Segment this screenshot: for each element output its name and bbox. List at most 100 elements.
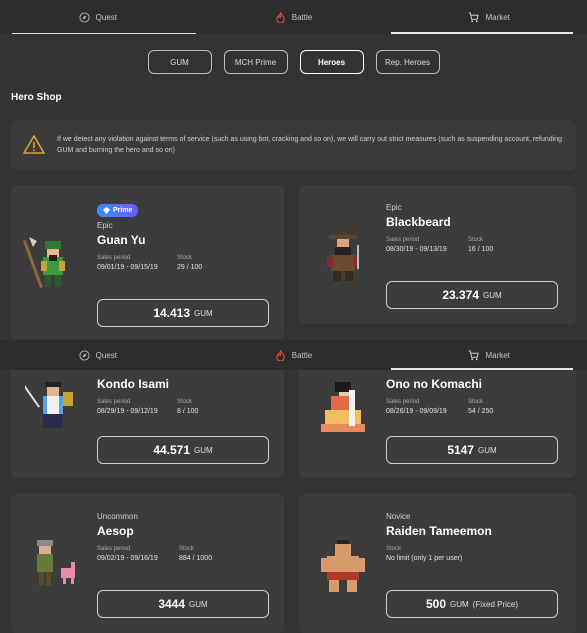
stock: Stock 54 / 250 bbox=[468, 399, 493, 415]
sticky-nav: Quest Battle Market bbox=[0, 340, 587, 370]
tab-quest[interactable]: Quest bbox=[0, 0, 196, 34]
prime-badge: Prime bbox=[97, 204, 139, 217]
stock: Stock No limit (only 1 per user) bbox=[386, 546, 462, 562]
stock-label: Stock bbox=[179, 546, 195, 552]
tab-battle-label: Battle bbox=[291, 350, 313, 360]
diamond-icon bbox=[103, 207, 110, 214]
hero-card[interactable]: Uncommon Aesop Sales period 09/02/19 - 0… bbox=[11, 494, 284, 633]
filter-mch-prime[interactable]: MCH Prime bbox=[223, 50, 288, 74]
sales-period-label: Sales period bbox=[97, 399, 131, 405]
buy-button[interactable]: 500 GUM (Fixed Price) bbox=[386, 590, 558, 618]
tab-market-label: Market bbox=[485, 12, 510, 22]
stock-value: 54 / 250 bbox=[468, 408, 494, 415]
sales-period-label: Sales period bbox=[97, 255, 131, 261]
stock-value: No limit (only 1 per user) bbox=[386, 555, 463, 562]
price-value: 23.374 bbox=[442, 288, 480, 302]
hero-sprite-blackbeard bbox=[327, 231, 359, 281]
price-currency: GUM bbox=[194, 308, 213, 318]
filter-gum[interactable]: GUM bbox=[147, 50, 212, 74]
sales-period-value: 08/26/19 - 09/09/19 bbox=[386, 408, 447, 415]
sales-period: Sales period 08/26/19 - 09/09/19 bbox=[386, 399, 468, 415]
tab-battle[interactable]: Battle bbox=[196, 340, 392, 370]
hero-sprite-aesop bbox=[37, 540, 75, 586]
stock: Stock 8 / 100 bbox=[177, 399, 198, 415]
filter-heroes[interactable]: Heroes bbox=[299, 50, 364, 74]
sales-period-label: Sales period bbox=[97, 546, 131, 552]
price-value: 5147 bbox=[447, 443, 475, 457]
hero-name: Kondo Isami bbox=[97, 377, 170, 391]
buy-button[interactable]: 5147 GUM bbox=[386, 436, 558, 464]
buy-button[interactable]: 3444 GUM bbox=[97, 590, 269, 618]
hero-card[interactable]: Prime Epic Guan Yu Sales period 09/01/19… bbox=[11, 185, 284, 339]
hero-rarity: Epic bbox=[97, 221, 113, 230]
hero-filter-group: GUM MCH Prime Heroes Rep. Heroes bbox=[0, 50, 587, 74]
sales-period-value: 09/02/19 - 09/16/19 bbox=[97, 555, 158, 562]
tab-quest[interactable]: Quest bbox=[0, 340, 196, 370]
buy-button[interactable]: 14.413 GUM bbox=[97, 299, 269, 327]
sales-period: Sales period 08/29/19 - 09/12/19 bbox=[97, 399, 177, 415]
hero-sprite-raiden-tameemon bbox=[321, 540, 365, 592]
hero-card[interactable]: Novice Raiden Tameemon Stock No limit (o… bbox=[299, 494, 576, 633]
price-note: (Fixed Price) bbox=[472, 599, 519, 609]
cart-icon bbox=[468, 11, 480, 22]
cart-icon bbox=[468, 349, 480, 360]
hero-rarity: Novice bbox=[386, 512, 411, 521]
sales-period-label: Sales period bbox=[386, 399, 420, 405]
top-nav: Quest Battle Market bbox=[0, 0, 587, 34]
warning-icon bbox=[23, 135, 45, 154]
flame-icon bbox=[276, 349, 285, 361]
compass-icon bbox=[79, 11, 90, 23]
tab-battle[interactable]: Battle bbox=[196, 0, 392, 34]
hero-name: Raiden Tameemon bbox=[386, 524, 492, 538]
sales-period-value: 08/30/19 - 09/13/19 bbox=[386, 246, 447, 253]
tab-market[interactable]: Market bbox=[391, 0, 587, 34]
tab-battle-label: Battle bbox=[291, 12, 313, 22]
price-value: 44.571 bbox=[153, 443, 191, 457]
tab-quest-label: Quest bbox=[95, 12, 117, 22]
notice-text: If we detect any violation against terms… bbox=[57, 136, 563, 154]
terms-notice: If we detect any violation against terms… bbox=[11, 120, 576, 170]
sales-period-label: Sales period bbox=[386, 237, 420, 243]
stock-label: Stock bbox=[177, 399, 193, 405]
hero-card[interactable]: Ono no Komachi Sales period 08/26/19 - 0… bbox=[299, 356, 576, 478]
price-value: 500 bbox=[425, 597, 446, 611]
prime-label: Prime bbox=[113, 207, 133, 214]
hero-sprite-kondo-isami bbox=[25, 381, 73, 428]
hero-rarity: Epic bbox=[386, 203, 402, 212]
sales-period: Sales period 09/01/19 - 09/15/19 bbox=[97, 255, 177, 271]
buy-button[interactable]: 44.571 GUM bbox=[97, 436, 269, 464]
stock-value: 16 / 100 bbox=[468, 246, 494, 253]
stock: Stock 29 / 100 bbox=[177, 255, 202, 271]
tab-market[interactable]: Market bbox=[391, 340, 587, 370]
hero-card[interactable]: Epic Blackbeard Sales period 08/30/19 - … bbox=[299, 185, 576, 324]
hero-name: Guan Yu bbox=[97, 233, 146, 247]
sales-period-value: 09/01/19 - 09/15/19 bbox=[97, 264, 158, 271]
hero-name: Aesop bbox=[97, 524, 134, 538]
compass-icon bbox=[79, 349, 90, 361]
price-value: 3444 bbox=[158, 597, 186, 611]
buy-button[interactable]: 23.374 GUM bbox=[386, 281, 558, 309]
hero-sprite-guan-yu bbox=[23, 237, 65, 289]
sales-period: Sales period 08/30/19 - 09/13/19 bbox=[386, 237, 468, 253]
hero-name: Blackbeard bbox=[386, 215, 451, 229]
tab-market-label: Market bbox=[485, 350, 510, 360]
page-title: Hero Shop bbox=[11, 92, 62, 103]
hero-card[interactable]: Kondo Isami Sales period 08/29/19 - 09/1… bbox=[11, 356, 284, 478]
tab-quest-label: Quest bbox=[95, 350, 117, 360]
stock-value: 29 / 100 bbox=[177, 264, 203, 271]
stock-label: Stock bbox=[468, 237, 484, 243]
sales-period: Sales period 09/02/19 - 09/16/19 bbox=[97, 546, 179, 562]
price-currency: GUM bbox=[450, 599, 469, 609]
filter-rep-heroes[interactable]: Rep. Heroes bbox=[375, 50, 440, 74]
price-currency: GUM bbox=[194, 445, 213, 455]
stock-value: 8 / 100 bbox=[177, 408, 199, 415]
price-currency: GUM bbox=[483, 290, 502, 300]
price-currency: GUM bbox=[478, 445, 497, 455]
stock-label: Stock bbox=[468, 399, 484, 405]
flame-icon bbox=[276, 11, 285, 23]
hero-rarity: Uncommon bbox=[97, 512, 138, 521]
stock-label: Stock bbox=[177, 255, 193, 261]
stock: Stock 16 / 100 bbox=[468, 237, 493, 253]
price-currency: GUM bbox=[189, 599, 208, 609]
stock-value: 884 / 1000 bbox=[179, 555, 213, 562]
